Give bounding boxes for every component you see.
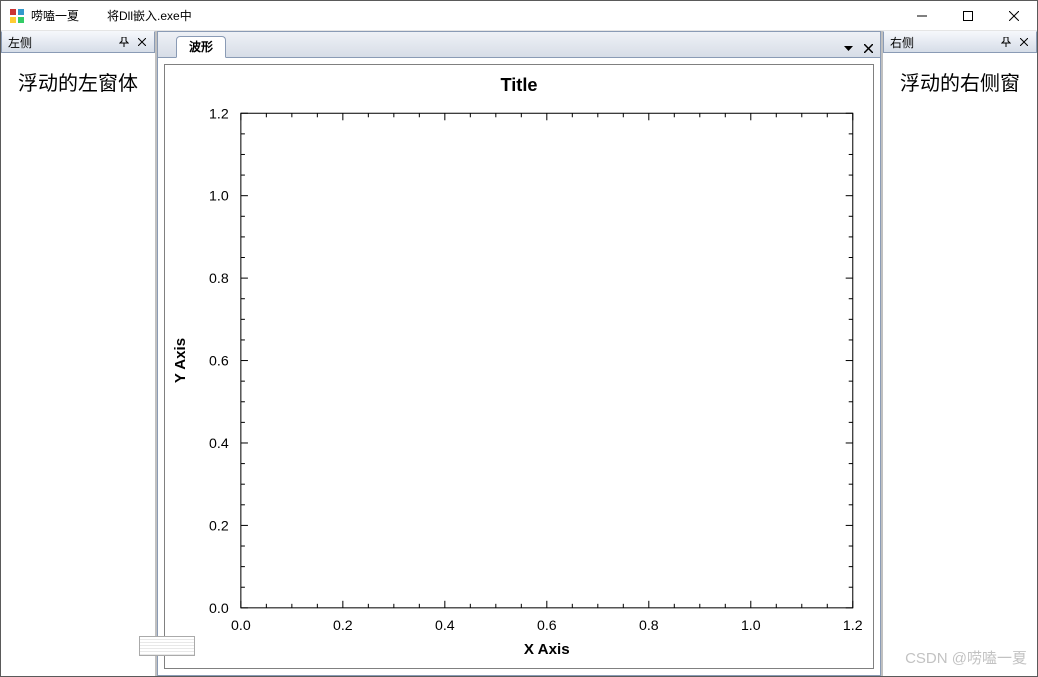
app-icon — [9, 8, 25, 24]
svg-text:0.6: 0.6 — [537, 617, 557, 633]
svg-text:0.0: 0.0 — [209, 600, 229, 616]
document-body: Title 0.0 0.2 0.4 0.6 0.8 1.0 1.2 0.0 0.2 0.4 0.6 0.… — [157, 57, 881, 676]
drag-strip[interactable] — [139, 636, 195, 656]
left-panel-body: 浮动的左窗体 — [1, 53, 155, 676]
tab-label: 波形 — [189, 38, 213, 55]
close-icon[interactable] — [1016, 34, 1032, 50]
svg-text:1.2: 1.2 — [209, 105, 229, 121]
right-panel: 右侧 浮动的右侧窗 — [882, 31, 1037, 676]
svg-text:0.6: 0.6 — [209, 352, 229, 368]
svg-text:X Axis: X Axis — [524, 641, 570, 658]
tab-close-icon[interactable] — [860, 41, 876, 57]
svg-text:0.2: 0.2 — [209, 517, 229, 533]
left-panel: 左侧 浮动的左窗体 — [1, 31, 156, 676]
document-area: 波形 Title 0.0 0.2 0.4 0.6 0.8 1.0 1.2 0.0 0.2 0.4 0.… — [156, 31, 882, 676]
svg-text:0.8: 0.8 — [639, 617, 659, 633]
close-icon[interactable] — [134, 34, 150, 50]
svg-text:0.4: 0.4 — [209, 435, 229, 451]
svg-text:Y Axis: Y Axis — [172, 338, 189, 383]
window-title-1: 唠嗑一夏 — [31, 7, 107, 24]
pin-icon[interactable] — [116, 34, 132, 50]
left-panel-title: 左侧 — [8, 34, 114, 51]
svg-text:1.0: 1.0 — [741, 617, 761, 633]
maximize-button[interactable] — [945, 1, 991, 31]
minimize-button[interactable] — [899, 1, 945, 31]
titlebar[interactable]: 唠嗑一夏 将Dll嵌入.exe中 — [1, 1, 1037, 31]
chart-container[interactable]: Title 0.0 0.2 0.4 0.6 0.8 1.0 1.2 0.0 0.2 0.4 0.6 0.… — [164, 64, 874, 669]
client-area: 左侧 浮动的左窗体 波形 — [1, 31, 1037, 676]
tab-menu-icon[interactable] — [840, 41, 856, 57]
pin-icon[interactable] — [998, 34, 1014, 50]
close-button[interactable] — [991, 1, 1037, 31]
left-panel-header[interactable]: 左侧 — [1, 31, 155, 53]
right-panel-header[interactable]: 右侧 — [883, 31, 1037, 53]
window-title-2: 将Dll嵌入.exe中 — [107, 7, 192, 24]
svg-text:Title: Title — [500, 75, 537, 95]
right-panel-body: 浮动的右侧窗 — [883, 53, 1037, 676]
tab-waveform[interactable]: 波形 — [176, 36, 226, 58]
svg-text:1.0: 1.0 — [209, 188, 229, 204]
app-window: 唠嗑一夏 将Dll嵌入.exe中 左侧 浮动的左窗体 — [0, 0, 1038, 677]
chart-plot: Title 0.0 0.2 0.4 0.6 0.8 1.0 1.2 0.0 0.2 0.4 0.6 0.… — [165, 65, 873, 668]
svg-text:0.4: 0.4 — [435, 617, 455, 633]
tabstrip: 波形 — [157, 31, 881, 57]
svg-text:0.8: 0.8 — [209, 270, 229, 286]
svg-text:0.0: 0.0 — [231, 617, 251, 633]
right-panel-title: 右侧 — [890, 34, 996, 51]
svg-text:0.2: 0.2 — [333, 617, 353, 633]
svg-text:1.2: 1.2 — [843, 617, 863, 633]
